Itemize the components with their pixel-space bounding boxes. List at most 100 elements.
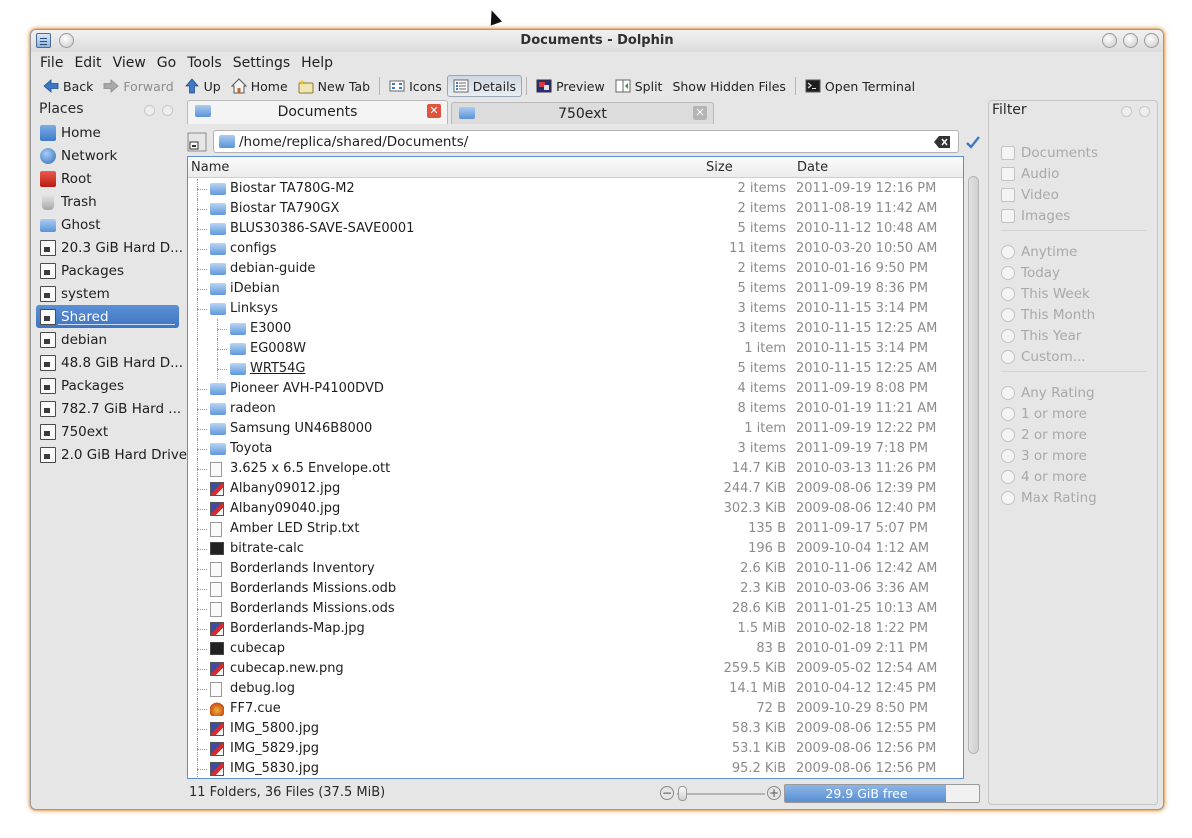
zoom-in-icon[interactable]: + (767, 786, 781, 800)
checkmark-icon[interactable] (965, 134, 981, 150)
place-drive-20gib[interactable]: 20.3 GiB Hard D... (36, 236, 183, 259)
filter-ratings-option[interactable]: Any Rating (1001, 383, 1095, 403)
filter-ratings-option[interactable]: 1 or more (1001, 404, 1087, 424)
place-debian[interactable]: debian (36, 328, 182, 351)
file-row[interactable]: E3000 3 items 2010-11-15 12:25 AM (188, 319, 963, 339)
filter-ratings-option[interactable]: 2 or more (1001, 425, 1087, 445)
file-row[interactable]: Borderlands Missions.odb 2.3 KiB 2010-03-0… (188, 579, 963, 599)
column-date[interactable]: Date (797, 160, 828, 175)
menu-go[interactable]: Go (157, 52, 181, 74)
menu-tools[interactable]: Tools (187, 52, 227, 74)
file-row[interactable]: Pioneer AVH-P4100DVD 4 items 2011-09-19 8:… (188, 379, 963, 399)
file-row[interactable]: IMG_5829.jpg 53.1 KiB 2009-08-06 12:56 PM (188, 739, 963, 759)
places-float-button[interactable] (144, 105, 155, 116)
details-view-button[interactable]: Details (446, 75, 523, 97)
file-row[interactable]: Borderlands Missions.ods 28.6 KiB 2011-01-… (188, 599, 963, 619)
show-hidden-files-button[interactable]: Show Hidden Files (667, 75, 790, 97)
place-drive-2gib[interactable]: 2.0 GiB Hard Drive (36, 443, 187, 466)
place-home[interactable]: Home (36, 121, 182, 144)
scrollbar-thumb[interactable] (968, 176, 979, 754)
place-network[interactable]: Network (36, 144, 182, 167)
checkbox[interactable] (1001, 188, 1015, 202)
menu-settings[interactable]: Settings (233, 52, 295, 74)
file-row[interactable]: bitrate-calc 196 B 2009-10-04 1:12 AM (188, 539, 963, 559)
filter-close-button[interactable] (1139, 106, 1150, 117)
filter-ratings-option[interactable]: 3 or more (1001, 446, 1087, 466)
forward-button[interactable]: Forward (98, 75, 178, 97)
maximize-button[interactable] (1123, 33, 1138, 48)
menu-file[interactable]: File (40, 52, 68, 74)
place-750ext[interactable]: 750ext (36, 420, 182, 443)
close-tab-icon[interactable]: ✕ (693, 106, 707, 120)
file-row[interactable]: WRT54G 5 items 2010-11-15 12:25 AM (188, 359, 963, 379)
radio-button[interactable] (1001, 329, 1015, 343)
icons-view-button[interactable]: Icons (384, 75, 447, 97)
radio-button[interactable] (1001, 470, 1015, 484)
menu-edit[interactable]: Edit (74, 52, 106, 74)
file-row[interactable]: Albany09040.jpg 302.3 KiB 2009-08-06 12:40… (188, 499, 963, 519)
filter-types-option[interactable]: Video (1001, 185, 1059, 205)
filter-dates-option[interactable]: This Month (1001, 305, 1095, 325)
clear-text-icon[interactable] (934, 136, 950, 148)
location-input[interactable]: /home/replica/shared/Documents/ (213, 130, 959, 153)
new-tab-button[interactable]: New Tab (293, 75, 375, 97)
menu-view[interactable]: View (113, 52, 151, 74)
places-close-button[interactable] (162, 105, 173, 116)
tab-750ext[interactable]: 750ext ✕ (451, 102, 714, 124)
place-packages[interactable]: Packages (36, 259, 182, 282)
place-root[interactable]: Root (36, 167, 182, 190)
filter-dates-option[interactable]: Today (1001, 263, 1060, 283)
file-row[interactable]: Samsung UN46B8000 1 item 2011-09-19 12:22 … (188, 419, 963, 439)
file-row[interactable]: IMG_5830.jpg 95.2 KiB 2009-08-06 12:56 PM (188, 759, 963, 778)
tab-documents[interactable]: Documents ✕ (187, 100, 448, 124)
file-row[interactable]: IMG_5800.jpg 58.3 KiB 2009-08-06 12:55 PM (188, 719, 963, 739)
filter-types-option[interactable]: Documents (1001, 143, 1098, 163)
place-shared[interactable]: Shared (36, 305, 179, 328)
filter-dates-option[interactable]: Anytime (1001, 242, 1077, 262)
checkbox[interactable] (1001, 209, 1015, 223)
file-row[interactable]: Borderlands Inventory 2.6 KiB 2010-11-06 1… (188, 559, 963, 579)
filter-float-button[interactable] (1121, 106, 1132, 117)
file-row[interactable]: 3.625 x 6.5 Envelope.ott 14.7 KiB 2010-03-… (188, 459, 963, 479)
menu-help[interactable]: Help (301, 52, 338, 74)
file-row[interactable]: Toyota 3 items 2011-09-19 7:18 PM (188, 439, 963, 459)
filter-dates-option[interactable]: This Week (1001, 284, 1090, 304)
file-row[interactable]: debian-guide 2 items 2010-01-16 9:50 PM (188, 259, 963, 279)
zoom-out-icon[interactable]: − (660, 786, 674, 800)
zoom-slider[interactable]: − + (657, 784, 783, 802)
filter-ratings-option[interactable]: 4 or more (1001, 467, 1087, 487)
filter-dates-option[interactable]: This Year (1001, 326, 1081, 346)
file-row[interactable]: debug.log 14.1 MiB 2010-04-12 12:45 PM (188, 679, 963, 699)
file-list-view[interactable]: Name Size Date Biostar TA780G-M2 2 items 2… (187, 156, 964, 779)
radio-button[interactable] (1001, 287, 1015, 301)
filter-types-option[interactable]: Audio (1001, 164, 1059, 184)
filter-types-option[interactable]: Images (1001, 206, 1070, 226)
open-terminal-button[interactable]: Open Terminal (800, 75, 920, 97)
back-button[interactable]: Back (38, 75, 98, 97)
file-row[interactable]: Amber LED Strip.txt 135 B 2011-09-17 5:07 … (188, 519, 963, 539)
close-tab-icon[interactable]: ✕ (427, 104, 441, 118)
file-row[interactable]: EG008W 1 item 2010-11-15 3:14 PM (188, 339, 963, 359)
home-button[interactable]: Home (226, 75, 293, 97)
place-drive-782gib[interactable]: 782.7 GiB Hard ... (36, 397, 182, 420)
zoom-knob[interactable] (678, 786, 687, 801)
checkbox[interactable] (1001, 167, 1015, 181)
file-row[interactable]: Albany09012.jpg 244.7 KiB 2009-08-06 12:39… (188, 479, 963, 499)
vertical-scrollbar[interactable] (967, 170, 981, 779)
minimize-button[interactable] (1102, 33, 1117, 48)
radio-button[interactable] (1001, 266, 1015, 280)
checkbox[interactable] (1001, 146, 1015, 160)
column-size[interactable]: Size (706, 160, 733, 175)
radio-button[interactable] (1001, 350, 1015, 364)
file-row[interactable]: FF7.cue 72 B 2009-10-29 8:50 PM (188, 699, 963, 719)
title-bar[interactable]: Documents - Dolphin (31, 30, 1163, 52)
radio-button[interactable] (1001, 449, 1015, 463)
file-row[interactable]: BLUS30386-SAVE-SAVE0001 5 items 2010-11-12… (188, 219, 963, 239)
file-row[interactable]: cubecap.new.png 259.5 KiB 2009-05-02 12:54… (188, 659, 963, 679)
filter-dates-option[interactable]: Custom... (1001, 347, 1086, 367)
column-name[interactable]: Name (191, 160, 229, 175)
file-row[interactable]: radeon 8 items 2010-01-19 11:21 AM (188, 399, 963, 419)
place-drive-48gib[interactable]: 48.8 GiB Hard D... (36, 351, 183, 374)
close-button[interactable] (1144, 33, 1159, 48)
place-system[interactable]: system (36, 282, 182, 305)
